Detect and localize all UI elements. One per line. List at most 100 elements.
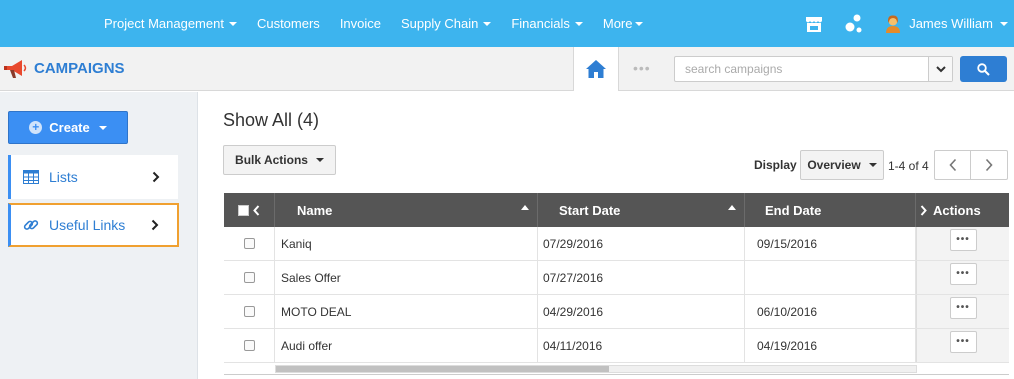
caret-down-icon bbox=[98, 125, 107, 130]
table-row: Audi offer 04/11/2016 04/19/2016 ••• bbox=[224, 329, 1009, 363]
cell-end-date: 09/15/2016 bbox=[745, 227, 916, 260]
nav-label: Financials bbox=[511, 16, 570, 31]
row-checkbox[interactable] bbox=[243, 306, 255, 317]
cell-actions: ••• bbox=[916, 227, 1009, 260]
cell-end-date bbox=[745, 261, 916, 294]
nav-financials[interactable]: Financials bbox=[501, 16, 593, 31]
chevron-left-icon bbox=[948, 158, 956, 172]
column-header-name[interactable]: Name bbox=[275, 193, 538, 227]
chevron-right-icon bbox=[151, 219, 159, 231]
next-page-button[interactable] bbox=[971, 150, 1008, 180]
row-actions-button[interactable]: ••• bbox=[949, 330, 977, 353]
nav-label: Invoice bbox=[339, 16, 382, 31]
table-icon bbox=[23, 170, 41, 184]
more-dots-icon[interactable]: ••• bbox=[633, 60, 651, 76]
table-row: Sales Offer 07/27/2016 ••• bbox=[224, 261, 1009, 295]
create-button[interactable]: + Create bbox=[8, 111, 128, 144]
row-select-cell bbox=[224, 329, 275, 362]
home-icon bbox=[586, 60, 606, 78]
row-actions-button[interactable]: ••• bbox=[949, 262, 977, 285]
chevron-right-icon[interactable] bbox=[920, 204, 927, 216]
column-header-start-date[interactable]: Start Date bbox=[538, 193, 745, 227]
chevron-right-icon bbox=[985, 158, 993, 172]
column-header-end-date[interactable]: End Date bbox=[745, 193, 916, 227]
sort-asc-icon bbox=[521, 205, 529, 210]
display-label: Display bbox=[754, 158, 797, 172]
row-checkbox[interactable] bbox=[243, 340, 255, 351]
search-box bbox=[674, 56, 953, 82]
main-menu: Project Management Customers Invoice Sup… bbox=[94, 0, 653, 47]
user-avatar-icon bbox=[885, 14, 901, 33]
search-button[interactable] bbox=[960, 56, 1007, 82]
table-row: Kaniq 07/29/2016 09/15/2016 ••• bbox=[224, 227, 1009, 261]
search-dropdown-button[interactable] bbox=[928, 57, 952, 81]
chevron-right-icon bbox=[152, 171, 160, 183]
cell-name[interactable]: MOTO DEAL bbox=[275, 295, 538, 328]
caret-down-icon bbox=[868, 163, 877, 167]
row-actions-button[interactable]: ••• bbox=[949, 228, 977, 251]
prev-page-button[interactable] bbox=[934, 150, 971, 180]
cell-start-date: 07/29/2016 bbox=[538, 227, 745, 260]
home-button[interactable] bbox=[573, 47, 619, 91]
sidebar: + Create Lists Useful Links bbox=[0, 92, 198, 379]
caret-down-icon bbox=[1000, 21, 1008, 26]
app-brand: CAMPAIGNS bbox=[4, 47, 125, 90]
campaigns-table: Name Start Date End Date Actions Kaniq 0… bbox=[224, 193, 1009, 363]
row-select-cell bbox=[224, 227, 275, 260]
nav-customers[interactable]: Customers bbox=[247, 16, 330, 31]
user-menu[interactable]: James William bbox=[885, 14, 1008, 33]
nav-invoice[interactable]: Invoice bbox=[330, 16, 391, 31]
select-all-checkbox[interactable] bbox=[238, 204, 249, 216]
row-checkbox[interactable] bbox=[243, 272, 255, 283]
cell-actions: ••• bbox=[916, 329, 1009, 362]
topnav-right: James William bbox=[805, 0, 1014, 47]
sidebar-item-useful-links[interactable]: Useful Links bbox=[8, 203, 179, 247]
column-label: Name bbox=[297, 202, 333, 218]
scrollbar-thumb[interactable] bbox=[276, 366, 609, 372]
user-name: James William bbox=[909, 16, 993, 31]
cell-name[interactable]: Sales Offer bbox=[275, 261, 538, 294]
table-header: Name Start Date End Date Actions bbox=[224, 193, 1009, 227]
column-label: Actions bbox=[933, 202, 981, 218]
caret-down-icon bbox=[228, 21, 237, 26]
app-title: CAMPAIGNS bbox=[34, 60, 125, 77]
cell-end-date: 06/10/2016 bbox=[745, 295, 916, 328]
chevron-left-icon[interactable] bbox=[253, 204, 260, 216]
cell-start-date: 07/27/2016 bbox=[538, 261, 745, 294]
nav-label: Supply Chain bbox=[401, 16, 479, 31]
display-select[interactable]: Overview bbox=[800, 150, 884, 180]
nav-more[interactable]: More bbox=[593, 16, 653, 31]
sort-asc-icon bbox=[728, 205, 736, 210]
chevron-down-icon bbox=[935, 66, 946, 73]
header-select-cell bbox=[224, 193, 275, 227]
store-icon[interactable] bbox=[805, 15, 823, 33]
nav-label: More bbox=[602, 16, 633, 31]
share-icon[interactable] bbox=[845, 14, 863, 34]
megaphone-icon bbox=[4, 58, 28, 80]
cell-start-date: 04/29/2016 bbox=[538, 295, 745, 328]
pagination-count: 1-4 of 4 bbox=[888, 159, 929, 173]
cell-name[interactable]: Kaniq bbox=[275, 227, 538, 260]
sidebar-item-label: Useful Links bbox=[49, 217, 126, 233]
cell-name[interactable]: Audi offer bbox=[275, 329, 538, 362]
table-horizontal-scrollbar[interactable] bbox=[275, 365, 917, 373]
divider bbox=[224, 374, 1009, 375]
row-actions-button[interactable]: ••• bbox=[949, 296, 977, 319]
caret-down-icon bbox=[315, 158, 324, 162]
cell-end-date: 04/19/2016 bbox=[745, 329, 916, 362]
row-select-cell bbox=[224, 295, 275, 328]
create-label: Create bbox=[49, 120, 90, 135]
cell-actions: ••• bbox=[916, 261, 1009, 294]
bulk-actions-button[interactable]: Bulk Actions bbox=[223, 145, 336, 175]
top-navigation-bar: Project Management Customers Invoice Sup… bbox=[0, 0, 1014, 47]
app-header: CAMPAIGNS ••• bbox=[0, 47, 1014, 91]
nav-label: Project Management bbox=[104, 16, 224, 31]
link-icon bbox=[23, 217, 41, 233]
plus-circle-icon: + bbox=[29, 121, 43, 134]
nav-supply-chain[interactable]: Supply Chain bbox=[391, 16, 501, 31]
sidebar-item-lists[interactable]: Lists bbox=[8, 155, 178, 199]
row-checkbox[interactable] bbox=[243, 238, 255, 249]
search-input[interactable] bbox=[675, 62, 925, 76]
search-icon bbox=[977, 62, 990, 76]
nav-project-management[interactable]: Project Management bbox=[94, 16, 247, 31]
